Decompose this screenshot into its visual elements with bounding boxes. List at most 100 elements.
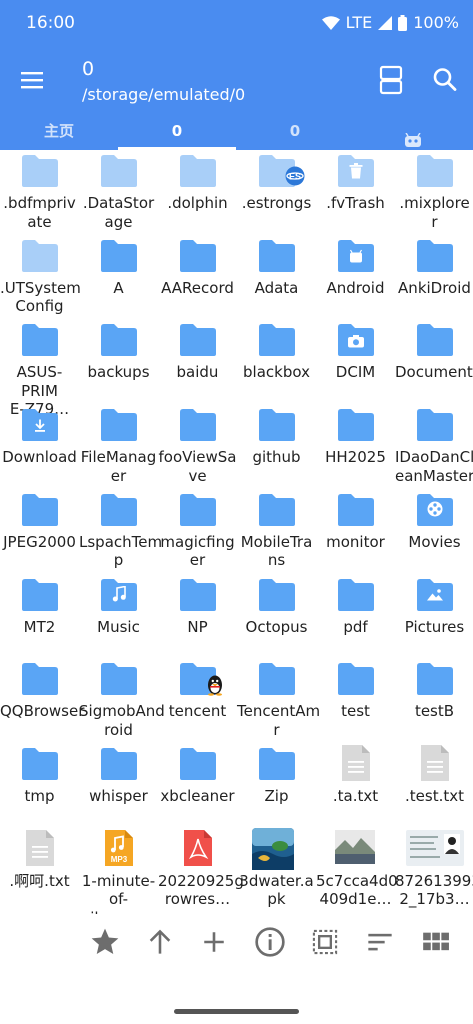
id-card-thumbnail-icon [406,829,464,866]
folder-item[interactable]: Octopus [237,574,316,658]
folder-item[interactable]: .fvTrash [316,150,395,234]
folder-item[interactable]: Android [316,235,395,319]
file-item[interactable]: 5c7cca4d0 409d1e… [316,828,398,912]
tab-storage-2[interactable]: 0 [236,114,354,150]
file-item[interactable]: MP3 1-minute- of-silence.… [79,828,158,914]
folder-item[interactable]: pdf [316,574,395,658]
folder-item[interactable]: Pictures [395,574,473,658]
folder-item[interactable]: AnkiDroid [395,235,473,319]
folder-item[interactable]: DCIM [316,319,395,403]
folder-item[interactable]: A [79,235,158,319]
search-icon[interactable] [432,66,458,94]
folder-item[interactable]: .bdfmpriv ate [0,150,79,234]
folder-item[interactable]: .DataStor age [79,150,158,234]
tab-storage-active[interactable]: 0 [118,114,236,150]
plus-icon[interactable] [196,924,232,960]
folder-item[interactable]: ES .estrongs [237,150,316,234]
item-label: 1-minute- of-silence.… [81,871,156,914]
folder-icon [20,493,60,527]
folder-item[interactable]: TencentAm r [237,658,320,742]
folder-item[interactable]: FileManag er [79,404,158,488]
file-item[interactable]: 872613993 2_17b3… [395,828,473,912]
folder-item[interactable]: LspachTem p [79,489,162,573]
folder-item[interactable]: IDaoDanCl eanMaster [395,404,473,488]
folder-item[interactable]: AARecord [158,235,237,319]
info-icon[interactable] [252,924,288,960]
item-label: 872613993 2_17b3… [395,871,473,909]
status-time: 16:00 [26,13,75,33]
file-item[interactable]: .啊呵.txt [0,828,79,912]
folder-icon [257,747,297,781]
folder-item[interactable]: QQBrowser [0,658,84,742]
folder-icon [178,154,218,188]
folder-item[interactable]: Adata [237,235,316,319]
folder-item[interactable]: JPEG2000 [0,489,79,573]
document-icon [340,743,380,783]
item-label: .fvTrash [326,194,385,212]
grid-view-icon[interactable] [418,924,454,960]
hamburger-menu-icon[interactable] [18,66,46,94]
item-label: backups [87,363,150,382]
folder-item[interactable]: .dolphin [158,150,237,234]
folder-item[interactable]: Documents [395,319,473,403]
folder-icon [257,239,297,273]
folder-icon [178,662,222,696]
folder-icon: ES [257,154,305,188]
folder-item[interactable]: test [316,658,395,742]
current-path: /storage/emulated/0 [82,85,246,104]
folder-icon [257,578,297,612]
folder-item[interactable]: magicfing er [158,489,237,573]
folder-item[interactable]: blackbox [237,319,316,403]
folder-item[interactable]: ASUS-PRIM E-Z79… [0,319,79,418]
item-label: IDaoDanCl eanMaster [395,448,473,485]
folder-icon [20,662,60,696]
folder-item[interactable]: github [237,404,316,488]
folder-item[interactable]: tencent [158,658,237,742]
arrow-up-icon[interactable] [142,924,178,960]
folder-icon [99,578,139,612]
star-icon[interactable] [87,924,123,960]
item-label: testB [414,702,455,721]
file-item[interactable]: .ta.txt [316,743,395,827]
folder-item[interactable]: Zip [237,743,316,827]
folder-item[interactable]: fooViewSa ve [158,404,237,488]
file-item[interactable]: 3dwater.a pk [237,827,316,912]
folder-item[interactable]: Movies [395,489,473,573]
document-icon [419,743,459,783]
item-label: test [341,702,370,721]
folder-item[interactable]: Music [79,574,158,658]
folder-item[interactable]: monitor [316,489,395,573]
folder-item[interactable]: NP [158,574,237,658]
folder-item[interactable]: HH2025 [316,404,395,488]
folder-item[interactable]: backups [79,319,158,403]
item-label: FileManag er [80,448,157,485]
folder-item[interactable]: MobileTra ns [237,489,316,573]
file-item[interactable]: 20220925g rowres… [158,828,244,912]
es-logo-icon: ES [285,166,305,190]
folder-item[interactable]: tmp [0,743,79,827]
folder-item[interactable]: .mixplore r [395,150,473,234]
folder-item[interactable]: MT2 [0,574,79,658]
item-label: Music [97,617,140,636]
item-label: JPEG2000 [3,532,76,551]
pdf-file-icon [182,828,222,868]
folder-item[interactable]: testB [395,658,473,742]
folder-item[interactable]: Download [0,404,79,488]
split-view-icon[interactable] [378,64,404,96]
tab-home[interactable]: 主页 [0,114,118,150]
film-reel-icon [427,501,443,521]
tab-android[interactable] [354,114,472,150]
folder-item[interactable]: baidu [158,319,237,403]
folder-item[interactable]: SigmobAnd roid [79,658,165,742]
folder-item[interactable]: .UTSystem Config [0,235,81,319]
sort-icon[interactable] [362,924,398,960]
item-label: 5c7cca4d0 409d1e… [316,871,398,909]
item-label: baidu [176,363,219,382]
home-indicator[interactable] [174,1009,299,1014]
folder-icon [415,578,455,612]
folder-item[interactable]: whisper [79,743,158,827]
select-all-icon[interactable] [307,924,343,960]
file-item[interactable]: .test.txt [395,743,473,827]
tab-label: 0 [171,122,183,140]
folder-item[interactable]: xbcleaner [158,743,237,827]
